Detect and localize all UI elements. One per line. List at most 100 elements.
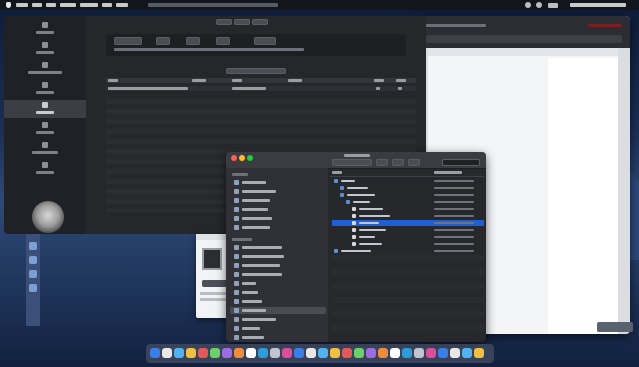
dock-app-icon[interactable] [426, 348, 436, 358]
menu-item[interactable] [46, 3, 56, 7]
tag-button[interactable] [408, 159, 420, 166]
sidebar-location[interactable] [230, 298, 326, 305]
stepper[interactable] [216, 37, 230, 45]
sidebar-item[interactable] [4, 120, 86, 138]
file-row[interactable] [332, 248, 484, 254]
dock-app-icon[interactable] [378, 348, 388, 358]
toolbar-tab[interactable] [234, 19, 250, 25]
share-button[interactable] [392, 159, 404, 166]
menu-item[interactable] [60, 3, 76, 7]
dock-app-icon[interactable] [318, 348, 328, 358]
column-header[interactable] [396, 79, 406, 82]
dock-app-icon[interactable] [198, 348, 208, 358]
dock-app-icon[interactable] [234, 348, 244, 358]
dock-app-icon[interactable] [402, 348, 412, 358]
file-row-selected[interactable] [332, 220, 484, 226]
file-row[interactable] [332, 241, 484, 247]
menu-item[interactable] [16, 3, 28, 7]
column-header[interactable] [434, 171, 462, 174]
group-button[interactable] [376, 159, 388, 166]
view-switcher[interactable] [332, 159, 372, 166]
strip-icon[interactable] [29, 284, 37, 292]
dock-app-icon[interactable] [282, 348, 292, 358]
column-header[interactable] [288, 79, 302, 82]
notification-badge[interactable] [597, 322, 633, 332]
file-row[interactable] [332, 234, 484, 240]
sidebar-item[interactable] [4, 140, 86, 158]
column-header[interactable] [374, 79, 384, 82]
column-header[interactable] [192, 79, 206, 82]
dock-app-icon[interactable] [390, 348, 400, 358]
close-button[interactable] [231, 155, 237, 161]
dock-app-icon[interactable] [270, 348, 280, 358]
search-field[interactable] [442, 159, 480, 166]
file-row[interactable] [332, 178, 484, 184]
column-header[interactable] [332, 171, 342, 174]
options-checkbox-row[interactable] [114, 48, 304, 51]
sidebar-location-selected[interactable] [230, 307, 326, 314]
sidebar-favorite[interactable] [230, 206, 326, 213]
file-row[interactable] [332, 206, 484, 212]
sidebar-location[interactable] [230, 244, 326, 251]
cell-active[interactable] [376, 87, 380, 90]
sidebar-favorite[interactable] [230, 224, 326, 231]
toolbar-tab[interactable] [216, 19, 232, 25]
volume-dial[interactable] [32, 201, 64, 233]
dock-app-icon[interactable] [450, 348, 460, 358]
sidebar-location[interactable] [230, 325, 326, 332]
sidebar-location[interactable] [230, 280, 326, 287]
cell-folder[interactable] [398, 87, 402, 90]
browser-actions[interactable] [588, 24, 622, 27]
dock-app-icon[interactable] [162, 348, 172, 358]
minimize-button[interactable] [239, 155, 245, 161]
strip-icon[interactable] [29, 242, 37, 250]
dock-app-icon[interactable] [414, 348, 424, 358]
dock-app-icon[interactable] [186, 348, 196, 358]
sidebar-favorite[interactable] [230, 197, 326, 204]
dock-app-icon[interactable] [306, 348, 316, 358]
file-row[interactable] [332, 199, 484, 205]
strip-icon[interactable] [29, 256, 37, 264]
sidebar-item[interactable] [4, 20, 86, 38]
dock-app-icon[interactable] [366, 348, 376, 358]
menu-item[interactable] [116, 3, 128, 7]
sidebar-item[interactable] [4, 40, 86, 58]
apple-icon[interactable] [6, 2, 11, 8]
sidebar-favorite[interactable] [230, 179, 326, 186]
sidebar-item[interactable] [4, 160, 86, 178]
file-row[interactable] [332, 227, 484, 233]
sidebar-favorite[interactable] [230, 215, 326, 222]
strip-icon[interactable] [29, 270, 37, 278]
dock-app-icon[interactable] [174, 348, 184, 358]
sidebar-item[interactable] [4, 80, 86, 98]
battery-icon[interactable] [548, 3, 558, 8]
dock-app-icon[interactable] [258, 348, 268, 358]
file-row[interactable] [332, 185, 484, 191]
column-header[interactable] [108, 79, 118, 82]
stepper[interactable] [254, 37, 276, 45]
menu-item[interactable] [32, 3, 42, 7]
sidebar-location[interactable] [230, 271, 326, 278]
dock-app-icon[interactable] [474, 348, 484, 358]
address-bar[interactable] [426, 35, 622, 43]
toolbar-tab[interactable] [252, 19, 268, 25]
stepper[interactable] [186, 37, 200, 45]
sidebar-favorite[interactable] [230, 188, 326, 195]
sidebar-location[interactable] [230, 289, 326, 296]
dock-app-icon[interactable] [438, 348, 448, 358]
menubar-clock[interactable] [570, 3, 626, 7]
sidebar-location[interactable] [230, 262, 326, 269]
file-row[interactable] [332, 213, 484, 219]
filter-segment[interactable] [226, 68, 286, 74]
menu-item[interactable] [102, 3, 112, 7]
sidebar-location[interactable] [230, 253, 326, 260]
preset-dropdown[interactable] [114, 37, 142, 45]
stepper[interactable] [156, 37, 170, 45]
dock-app-icon[interactable] [222, 348, 232, 358]
wifi-icon[interactable] [525, 2, 531, 8]
browser-tab[interactable] [426, 24, 486, 27]
zoom-button[interactable] [247, 155, 253, 161]
dock-app-icon[interactable] [150, 348, 160, 358]
column-header[interactable] [232, 79, 242, 82]
dock-app-icon[interactable] [294, 348, 304, 358]
